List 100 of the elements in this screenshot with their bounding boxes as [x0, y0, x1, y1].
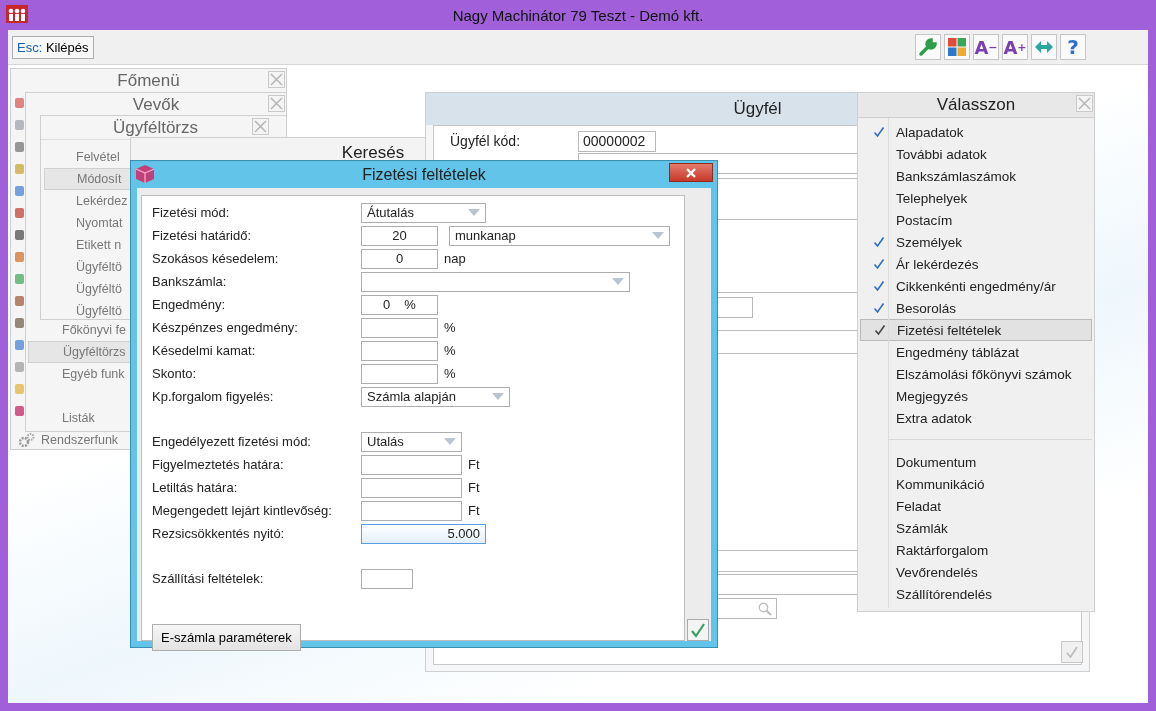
- caret-icon: [468, 209, 480, 216]
- caret-icon: [492, 393, 504, 400]
- window-title: Ügyfél: [733, 99, 782, 119]
- menu-item[interactable]: Személyek: [860, 231, 1092, 253]
- wrench-icon: [918, 37, 938, 57]
- menu-icon: [14, 119, 25, 131]
- menu-icon: [14, 273, 25, 285]
- menu-item[interactable]: Elszámolási főkönyvi számok: [860, 363, 1092, 385]
- confirm-button[interactable]: [687, 619, 709, 641]
- close-button[interactable]: [669, 163, 713, 182]
- menu-item[interactable]: Megjegyzés: [860, 385, 1092, 407]
- e-invoice-settings-button[interactable]: E-számla paraméterek: [152, 624, 301, 651]
- input-field[interactable]: [361, 477, 462, 498]
- dropdown[interactable]: Utalás: [361, 431, 462, 452]
- menu-item[interactable]: Vevőrendelés: [860, 561, 1092, 583]
- tiles-icon: [947, 37, 967, 57]
- menu-icon: [14, 405, 25, 417]
- menu-item[interactable]: Rendszerfunk: [41, 429, 119, 451]
- input-field[interactable]: [361, 568, 413, 589]
- field-label: Kp.forgalom figyelés:: [152, 389, 275, 404]
- field-label: Fizetési határidő:: [152, 228, 252, 243]
- help-button[interactable]: ?: [1060, 34, 1086, 60]
- field-label: Figyelmeztetés határa:: [152, 457, 285, 472]
- window-title: Válasszon: [936, 95, 1016, 115]
- tiles-button[interactable]: [944, 34, 970, 60]
- input-field[interactable]: 00000002: [578, 130, 656, 152]
- cube-icon: [135, 164, 155, 184]
- resize-button[interactable]: [1031, 34, 1057, 60]
- input-field[interactable]: 5.000: [361, 523, 486, 544]
- menu-item[interactable]: Dokumentum: [860, 451, 1092, 473]
- menu-item[interactable]: További adatok: [860, 143, 1092, 165]
- menu-item[interactable]: Cikkenkénti engedmény/ár: [860, 275, 1092, 297]
- menu-item[interactable]: Raktárforgalom: [860, 539, 1092, 561]
- menu-icon: [14, 317, 25, 329]
- close-icon[interactable]: [268, 71, 285, 88]
- menu-item[interactable]: Alapadatok: [860, 121, 1092, 143]
- wrench-button[interactable]: [915, 34, 941, 60]
- menu-icon: [14, 339, 25, 351]
- menu-icon: [14, 141, 25, 153]
- menu-item[interactable]: Bankszámlaszámok: [860, 165, 1092, 187]
- window-title: Főmenü: [117, 70, 180, 91]
- field-label: Késedelmi kamat:: [152, 343, 257, 358]
- menu-item[interactable]: Feladat: [860, 495, 1092, 517]
- search-icon: [758, 601, 772, 616]
- unit-label: nap: [444, 251, 466, 266]
- unit-label: %: [444, 366, 456, 381]
- input-field[interactable]: [361, 363, 438, 384]
- menu-item[interactable]: Postacím: [860, 209, 1092, 231]
- menu-icon: [14, 185, 25, 197]
- input-field[interactable]: [361, 340, 438, 361]
- field-label: Készpénzes engedmény:: [152, 320, 299, 335]
- menu-item[interactable]: Extra adatok: [860, 407, 1092, 429]
- close-icon[interactable]: [252, 118, 269, 135]
- unit-label: Ft: [468, 503, 480, 518]
- font-smaller-button[interactable]: A$^{−}$: [973, 34, 999, 60]
- menu-item[interactable]: Besorolás: [860, 297, 1092, 319]
- app-logo-icon: [6, 5, 28, 23]
- window-title: Vevők: [132, 94, 180, 115]
- menu-item[interactable]: Fizetési feltételek: [860, 319, 1092, 341]
- unit-label: Ft: [468, 480, 480, 495]
- field-label: Engedélyezett fizetési mód:: [152, 434, 312, 449]
- field-label: Ügyfél kód:: [450, 133, 522, 149]
- window-title: Ügyféltörzs: [113, 117, 198, 138]
- menu-item[interactable]: Engedmény táblázat: [860, 341, 1092, 363]
- field-label: Szállítási feltételek:: [152, 571, 265, 586]
- field-label: Bankszámla:: [152, 274, 228, 289]
- confirm-button[interactable]: [1061, 641, 1083, 663]
- field-label: Engedmény:: [152, 297, 226, 312]
- input-field[interactable]: [361, 500, 462, 521]
- input-field[interactable]: 20: [361, 225, 438, 246]
- menu-item[interactable]: Szállítórendelés: [860, 583, 1092, 605]
- close-icon: [685, 167, 697, 178]
- menu-item[interactable]: Számlák: [860, 517, 1092, 539]
- menu-icon: [14, 383, 25, 395]
- checkmark-icon: [690, 622, 706, 638]
- field-label: Skonto:: [152, 366, 198, 381]
- dropdown[interactable]: Számla alapján: [361, 386, 510, 407]
- exit-button[interactable]: Esc: Kilépés: [12, 35, 94, 59]
- menu-icon: [14, 295, 25, 307]
- close-icon[interactable]: [268, 95, 285, 112]
- input-field[interactable]: [361, 454, 462, 475]
- dialog-title: Fizetési feltételek: [362, 165, 486, 184]
- unit-label: Ft: [468, 457, 480, 472]
- caret-icon: [652, 232, 664, 239]
- field-label: Megengedett lejárt kintlevőség:: [152, 503, 333, 518]
- input-field[interactable]: 0 %: [361, 294, 438, 315]
- window-title: Keresés: [341, 143, 405, 163]
- dropdown[interactable]: Átutalás: [361, 202, 486, 223]
- menu-icon: [14, 163, 25, 175]
- font-larger-button[interactable]: A$^{+}$: [1002, 34, 1028, 60]
- dropdown[interactable]: munkanap: [449, 225, 670, 246]
- menu-item[interactable]: Kommunikáció: [860, 473, 1092, 495]
- close-icon[interactable]: [1076, 95, 1093, 112]
- dropdown[interactable]: [361, 271, 630, 292]
- input-field[interactable]: [361, 317, 438, 338]
- input-field[interactable]: 0: [361, 248, 438, 269]
- menu-icon: [14, 97, 25, 109]
- menu-item[interactable]: Ár lekérdezés: [860, 253, 1092, 275]
- menu-item[interactable]: Telephelyek: [860, 187, 1092, 209]
- menu-icon: [14, 207, 25, 219]
